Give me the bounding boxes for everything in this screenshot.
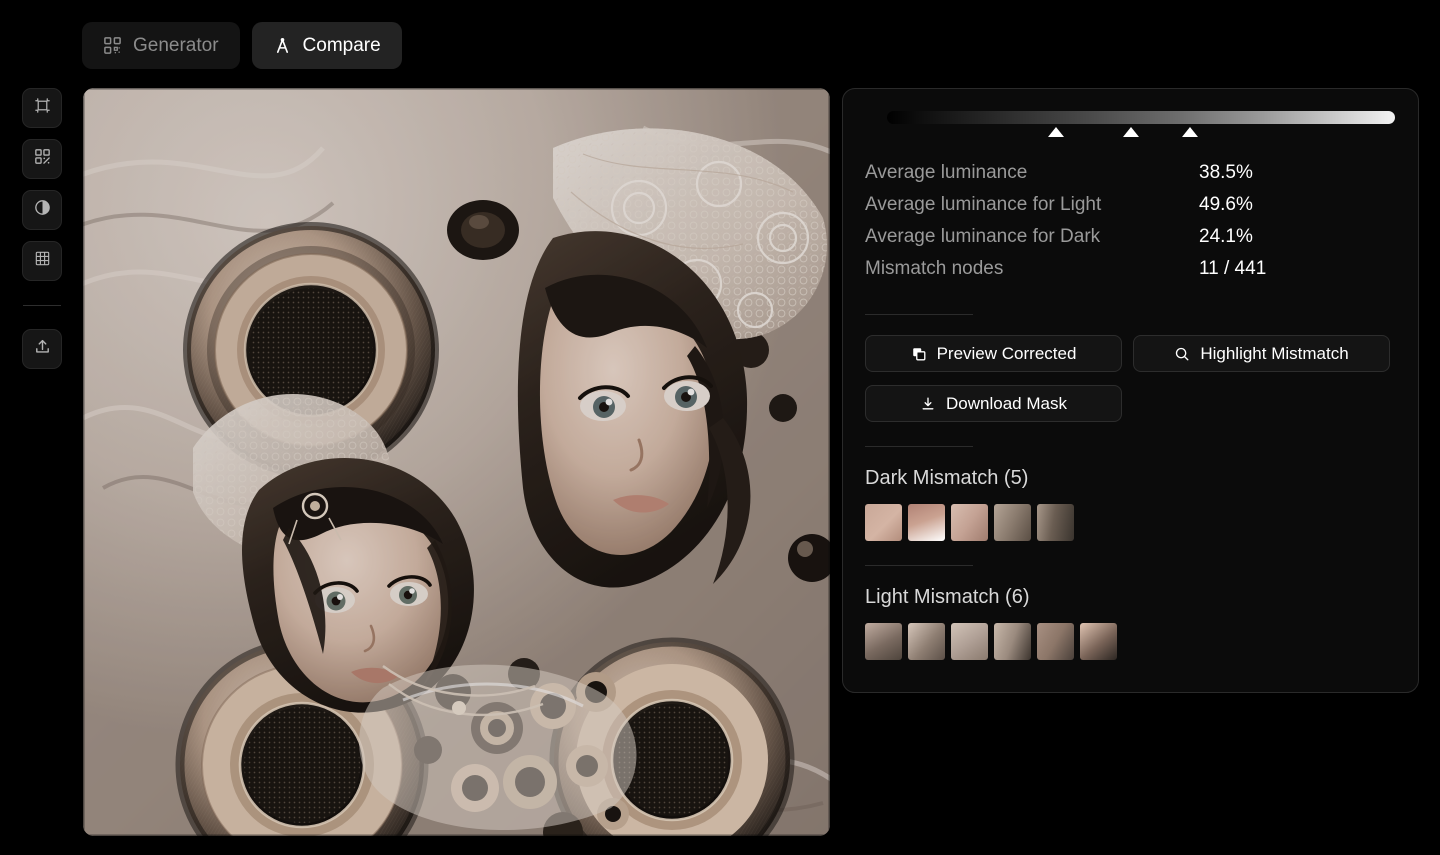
stat-value: 11 / 441	[1199, 258, 1266, 280]
light-mismatch-thumbs	[865, 623, 1396, 660]
ramp-marker-dark[interactable]	[1048, 127, 1064, 137]
stat-label: Mismatch nodes	[865, 258, 1199, 280]
panel-divider-actions	[865, 314, 973, 315]
stat-row: Average luminance for Light 49.6%	[865, 194, 1396, 226]
tab-compare-label: Compare	[303, 35, 381, 57]
upload-icon	[33, 337, 52, 361]
luminance-stats: Average luminance 38.5% Average luminanc…	[865, 162, 1396, 290]
tab-generator-label: Generator	[133, 35, 219, 57]
contrast-icon	[33, 198, 52, 222]
luminance-gradient-bar	[887, 111, 1395, 124]
stat-label: Average luminance	[865, 162, 1199, 184]
light-thumb-5[interactable]	[1037, 623, 1074, 660]
ramp-marker-light[interactable]	[1182, 127, 1198, 137]
crop-frame-icon	[33, 96, 52, 120]
download-icon	[920, 396, 936, 412]
light-thumb-2[interactable]	[908, 623, 945, 660]
analysis-panel: Average luminance 38.5% Average luminanc…	[842, 88, 1419, 693]
dark-mismatch-thumbs	[865, 504, 1396, 541]
dark-mismatch-title: Dark Mismatch (5)	[865, 467, 1396, 490]
grid-icon	[33, 249, 52, 273]
dark-thumb-1[interactable]	[865, 504, 902, 541]
qr-module-icon	[33, 147, 52, 171]
sidebar-item-export[interactable]	[22, 329, 62, 369]
sidebar-item-crop[interactable]	[22, 88, 62, 128]
tab-compare[interactable]: Compare	[252, 22, 402, 69]
highlight-mismatch-button[interactable]: Highlight Mistmatch	[1133, 335, 1390, 372]
generated-image	[83, 88, 830, 836]
highlight-mismatch-label: Highlight Mistmatch	[1200, 344, 1348, 364]
mode-tabbar: Generator Compare	[82, 22, 402, 69]
rail-divider	[23, 305, 61, 306]
preview-corrected-label: Preview Corrected	[937, 344, 1077, 364]
tab-generator[interactable]: Generator	[82, 22, 240, 69]
panel-divider-dark	[865, 446, 973, 447]
stat-label: Average luminance for Light	[865, 194, 1199, 216]
download-mask-label: Download Mask	[946, 394, 1067, 414]
dark-thumb-5[interactable]	[1037, 504, 1074, 541]
stat-value: 24.1%	[1199, 226, 1253, 248]
qr-code-icon	[103, 36, 122, 55]
sidebar-item-qrcode[interactable]	[22, 139, 62, 179]
compass-icon	[273, 36, 292, 55]
search-icon	[1174, 346, 1190, 362]
luminance-ramp[interactable]	[865, 111, 1396, 151]
light-thumb-1[interactable]	[865, 623, 902, 660]
dark-thumb-2[interactable]	[908, 504, 945, 541]
light-thumb-6[interactable]	[1080, 623, 1117, 660]
preview-corrected-button[interactable]: Preview Corrected	[865, 335, 1122, 372]
tool-rail	[22, 88, 62, 369]
canvas-preview[interactable]	[83, 88, 830, 836]
download-mask-button[interactable]: Download Mask	[865, 385, 1122, 422]
stat-value: 38.5%	[1199, 162, 1253, 184]
dark-thumb-4[interactable]	[994, 504, 1031, 541]
app-root: Generator Compare	[0, 0, 1440, 855]
sidebar-item-grid[interactable]	[22, 241, 62, 281]
stat-row: Average luminance 38.5%	[865, 162, 1396, 194]
light-thumb-3[interactable]	[951, 623, 988, 660]
light-mismatch-section: Light Mismatch (6)	[865, 586, 1396, 660]
sidebar-item-contrast[interactable]	[22, 190, 62, 230]
layers-icon	[911, 346, 927, 362]
stat-label: Average luminance for Dark	[865, 226, 1199, 248]
stat-row: Average luminance for Dark 24.1%	[865, 226, 1396, 258]
ramp-marker-mid[interactable]	[1123, 127, 1139, 137]
light-mismatch-title: Light Mismatch (6)	[865, 586, 1396, 609]
panel-divider-light	[865, 565, 973, 566]
dark-mismatch-section: Dark Mismatch (5)	[865, 467, 1396, 541]
stat-value: 49.6%	[1199, 194, 1253, 216]
dark-thumb-3[interactable]	[951, 504, 988, 541]
stat-row: Mismatch nodes 11 / 441	[865, 258, 1396, 290]
light-thumb-4[interactable]	[994, 623, 1031, 660]
action-button-row: Preview Corrected Highlight Mistmatch	[865, 335, 1396, 372]
